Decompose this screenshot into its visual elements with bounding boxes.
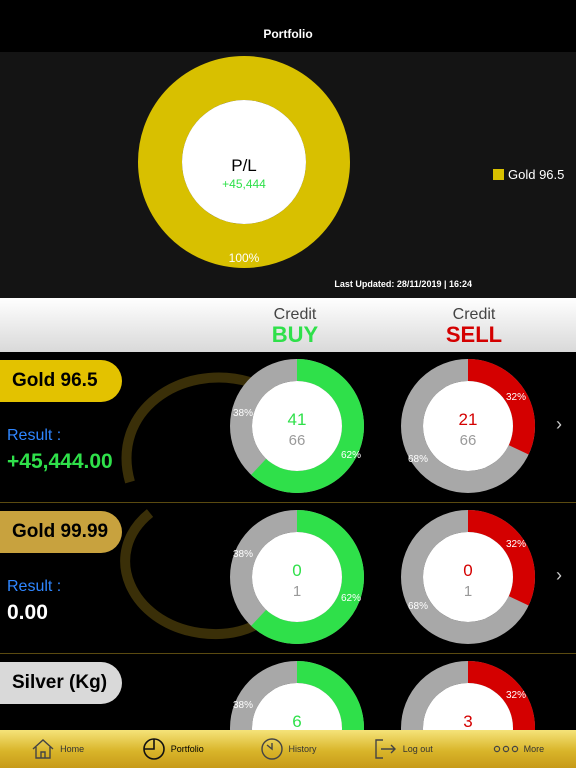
pl-value: +45,444 — [222, 177, 266, 191]
tab-label: More — [523, 744, 545, 754]
buy-empty-percent: 38% — [233, 700, 254, 711]
result-value: +45,444.00 — [7, 450, 113, 473]
buy-empty-percent: 38% — [233, 549, 254, 560]
tab-label: Home — [60, 744, 85, 754]
instrument-name-pill: Gold 96.5 — [0, 360, 122, 402]
instrument-name-pill: Silver (Kg) — [0, 662, 122, 704]
chevron-right-icon[interactable]: › — [556, 414, 562, 435]
legend-label: Gold 96.5 — [508, 167, 565, 182]
instrument-list: Gold 96.5 Result : +45,444.00 41 66 38% … — [0, 352, 576, 730]
result-label: Result : — [7, 578, 62, 595]
buy-filled-percent: 62% — [341, 593, 362, 604]
history-icon — [260, 738, 283, 760]
sell-column-header: Credit SELL — [419, 306, 529, 347]
tab-logout[interactable]: Log out — [346, 730, 461, 768]
tab-portfolio[interactable]: Portfolio — [115, 730, 230, 768]
sell-value: 21 — [458, 410, 478, 429]
buy-empty-percent: 38% — [233, 408, 254, 419]
navigation-bar: Portfolio — [0, 0, 576, 52]
sell-ring-chart: 21 66 32% 68% — [400, 358, 536, 494]
instrument-row[interactable]: Gold 96.5 Result : +45,444.00 41 66 38% … — [0, 352, 576, 503]
buy-header-title: BUY — [271, 322, 319, 347]
logout-icon — [374, 739, 396, 759]
more-icon — [493, 745, 518, 753]
buy-ring-chart: 41 66 38% 62% — [229, 358, 365, 494]
sell-header-caption: Credit — [452, 306, 496, 323]
sell-ring-chart: 3 32% — [400, 660, 536, 730]
tab-label: History — [288, 744, 317, 754]
page-title: Portfolio — [263, 27, 313, 41]
last-updated: Last Updated: 28/11/2019 | 16:24 — [334, 279, 472, 289]
home-icon — [32, 739, 54, 759]
buy-ring-chart: 0 1 38% 62% — [229, 509, 365, 645]
instrument-row[interactable]: Silver (Kg) 6 38% 3 32% — [0, 654, 576, 730]
sell-ring-chart: 0 1 32% 68% — [400, 509, 536, 645]
buy-column-header: Credit BUY — [240, 306, 350, 347]
legend-swatch — [493, 169, 504, 180]
sell-filled-percent: 32% — [506, 690, 527, 701]
chevron-right-icon[interactable]: › — [556, 565, 562, 586]
tab-label: Log out — [402, 744, 433, 754]
sell-value: 3 — [463, 712, 473, 730]
result-value: 0.00 — [7, 601, 48, 624]
tab-history[interactable]: History — [230, 730, 345, 768]
buy-value: 0 — [292, 561, 302, 580]
sell-header-title: SELL — [445, 322, 503, 347]
donut-percent-label: 100% — [228, 251, 260, 265]
tab-home[interactable]: Home — [0, 730, 115, 768]
sell-value: 0 — [463, 561, 473, 580]
sell-empty-percent: 68% — [408, 454, 429, 465]
tab-more[interactable]: More — [461, 730, 576, 768]
sell-total: 1 — [463, 583, 473, 600]
tab-bar: Home Portfolio History Log out More — [0, 730, 576, 768]
sell-filled-percent: 32% — [506, 392, 527, 403]
column-header: Credit BUY Credit SELL — [0, 298, 576, 352]
buy-filled-percent: 62% — [341, 450, 362, 461]
pl-label: P/L — [231, 156, 257, 175]
sell-empty-percent: 68% — [408, 601, 429, 612]
buy-value: 6 — [292, 712, 302, 730]
buy-header-caption: Credit — [273, 306, 317, 323]
instrument-row[interactable]: Gold 99.99 Result : 0.00 0 1 38% 62% 0 1… — [0, 503, 576, 654]
buy-total: 66 — [288, 432, 306, 449]
tab-label: Portfolio — [170, 744, 204, 754]
chart-legend: Gold 96.5 — [493, 167, 564, 182]
instrument-name-pill: Gold 99.99 — [0, 511, 122, 553]
portfolio-summary: P/L +45,444 100% Gold 96.5 Last Updated:… — [0, 52, 576, 298]
result-label: Result : — [7, 427, 62, 444]
portfolio-icon — [142, 738, 165, 760]
buy-ring-chart: 6 38% — [229, 660, 365, 730]
sell-filled-percent: 32% — [506, 539, 527, 550]
sell-total: 66 — [459, 432, 477, 449]
